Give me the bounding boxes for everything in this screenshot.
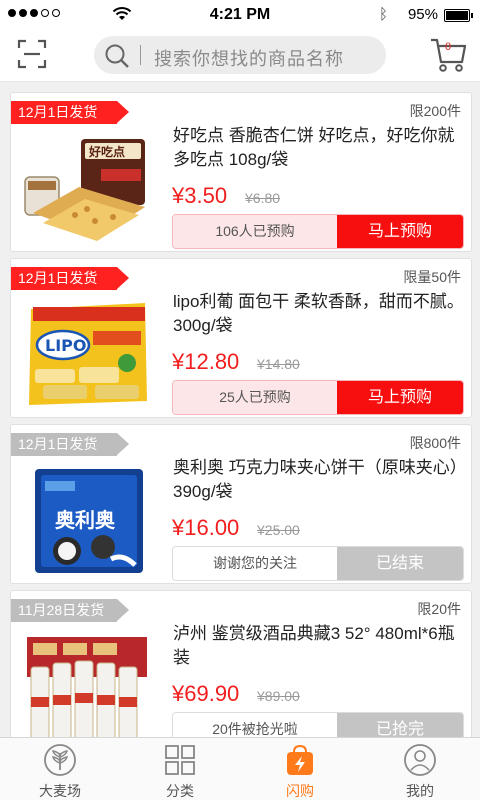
original-price: ¥6.80 xyxy=(245,190,281,206)
quantity-limit: 限量50件 xyxy=(403,269,461,285)
battery-icon xyxy=(444,9,473,22)
status-bar: 4:21 PM ᛒ 95% xyxy=(0,0,480,30)
tab-label: 分类 xyxy=(166,783,194,799)
preorder-bar: 20件被抢光啦 已抢完 xyxy=(172,712,464,737)
product-title: 泸州 鉴赏级酒品典藏3 52° 480ml*6瓶装 xyxy=(173,624,455,667)
product-title: 奥利奥 巧克力味夹心饼干（原味夹心）390g/袋 xyxy=(173,458,467,501)
tab-label: 大麦场 xyxy=(39,783,81,799)
scan-icon[interactable] xyxy=(16,38,48,70)
product-card[interactable]: 11月28日发货 限20件 泸州 鉴赏级酒品典藏3 52° 480ml*6瓶装 … xyxy=(10,590,472,737)
original-price: ¥25.00 xyxy=(257,522,300,538)
tab-flash-sale[interactable]: 闪购 xyxy=(240,738,360,800)
product-image[interactable]: 好吃点 xyxy=(23,123,151,247)
product-image[interactable]: 奥利奥 xyxy=(23,455,151,579)
preorder-bar: 谢谢您的关注 已结束 xyxy=(172,546,464,581)
cart-count-badge: 0 xyxy=(445,41,452,53)
svg-text:奥利奥: 奥利奥 xyxy=(55,508,116,532)
product-price: ¥16.00 xyxy=(172,515,240,540)
grid-icon xyxy=(165,745,195,775)
tab-damaichang[interactable]: 大麦场 xyxy=(0,738,120,800)
product-card[interactable]: 12月1日发货 限200件 好吃点 好吃点 香脆杏仁饼 好吃点，好吃你就多吃点 … xyxy=(10,92,472,252)
ship-date-ribbon: 12月1日发货 xyxy=(11,267,129,290)
original-price: ¥14.80 xyxy=(257,356,300,372)
product-price: ¥69.90 xyxy=(172,681,240,706)
product-price: ¥3.50 xyxy=(172,183,228,208)
wheat-icon xyxy=(44,744,76,776)
preorder-count: 106人已预购 xyxy=(173,215,337,248)
status-message: 20件被抢光啦 xyxy=(173,713,337,737)
tab-category[interactable]: 分类 xyxy=(120,738,240,800)
preorder-button[interactable]: 马上预购 xyxy=(337,381,463,414)
search-icon xyxy=(105,44,129,68)
cart-button[interactable]: 0 xyxy=(428,36,468,74)
quantity-limit: 限800件 xyxy=(409,435,461,451)
preorder-bar: 106人已预购 马上预购 xyxy=(172,214,464,249)
preorder-count: 25人已预购 xyxy=(173,381,337,414)
product-image[interactable] xyxy=(23,621,151,737)
ended-button[interactable]: 已结束 xyxy=(337,547,463,580)
ship-date-ribbon: 12月1日发货 xyxy=(11,101,129,124)
tab-label: 我的 xyxy=(406,783,434,799)
product-card[interactable]: 12月1日发货 限量50件 LIPO lipo利葡 面包干 柔软香酥，甜而不腻。… xyxy=(10,258,472,418)
flash-bag-icon xyxy=(287,744,313,775)
product-title: lipo利葡 面包干 柔软香酥，甜而不腻。300g/袋 xyxy=(173,292,464,335)
product-price: ¥12.80 xyxy=(172,349,240,374)
bottom-tab-bar: 大麦场 分类 闪购 我的 xyxy=(0,737,480,800)
search-placeholder: 搜索你想找的商品名称 xyxy=(154,49,344,69)
tab-profile[interactable]: 我的 xyxy=(360,738,480,800)
search-input[interactable]: 搜索你想找的商品名称 xyxy=(94,36,386,74)
svg-text:LIPO: LIPO xyxy=(45,336,86,355)
product-list[interactable]: 12月1日发货 限200件 好吃点 好吃点 香脆杏仁饼 好吃点，好吃你就多吃点 … xyxy=(0,82,480,737)
product-card[interactable]: 12月1日发货 限800件 奥利奥 奥利奥 巧克力味夹心饼干（原味夹心）390g… xyxy=(10,424,472,584)
product-image[interactable]: LIPO xyxy=(23,289,151,413)
search-divider xyxy=(140,45,141,65)
bluetooth-icon: ᛒ xyxy=(378,6,388,23)
svg-text:好吃点: 好吃点 xyxy=(88,144,125,159)
preorder-bar: 25人已预购 马上预购 xyxy=(172,380,464,415)
quantity-limit: 限20件 xyxy=(417,601,461,617)
sold-out-button[interactable]: 已抢完 xyxy=(337,713,463,737)
preorder-button[interactable]: 马上预购 xyxy=(337,215,463,248)
product-title: 好吃点 香脆杏仁饼 好吃点，好吃你就多吃点 108g/袋 xyxy=(173,126,455,169)
tab-label: 闪购 xyxy=(286,783,314,799)
profile-icon xyxy=(404,744,436,776)
battery-percent: 95% xyxy=(407,6,438,23)
original-price: ¥89.00 xyxy=(257,688,300,704)
ship-date-ribbon: 12月1日发货 xyxy=(11,433,129,456)
status-message: 谢谢您的关注 xyxy=(173,547,337,580)
ship-date-ribbon: 11月28日发货 xyxy=(11,599,129,622)
quantity-limit: 限200件 xyxy=(409,103,461,119)
top-bar: 搜索你想找的商品名称 0 xyxy=(0,30,480,82)
